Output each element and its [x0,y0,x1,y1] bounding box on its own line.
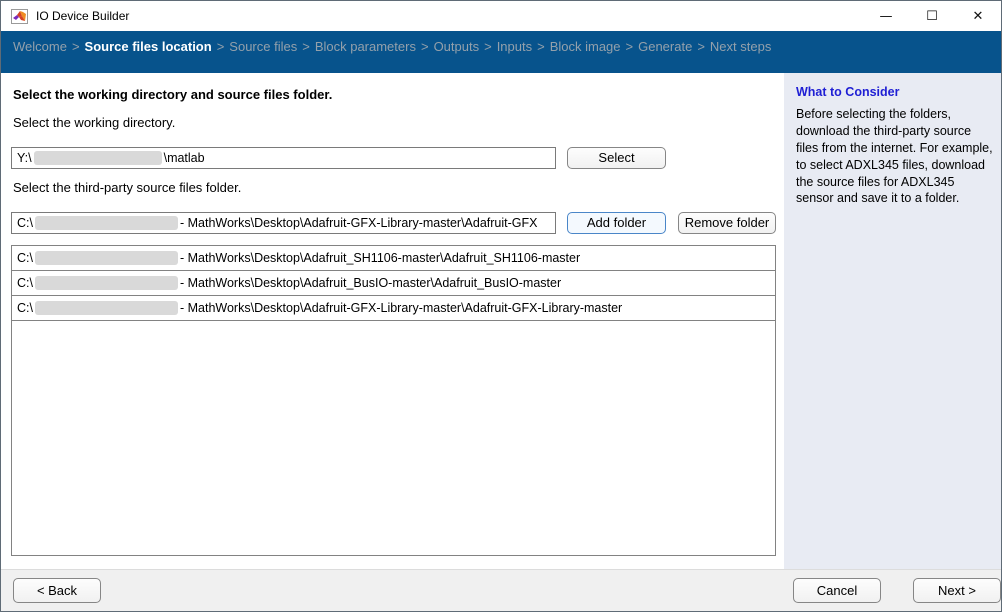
path-suffix: - MathWorks\Desktop\Adafruit-GFX-Library… [180,213,538,233]
window-controls: — ☐ ✕ [863,1,1001,31]
matlab-logo-icon [11,9,28,24]
sidebar-help-text: Before selecting the folders, download t… [796,106,993,207]
redacted-text [34,151,162,165]
path-prefix: C:\ [17,301,33,315]
path-prefix: C:\ [17,213,33,233]
source-folders-list[interactable]: C:\ - MathWorks\Desktop\Adafruit_SH1106-m… [11,245,776,556]
minimize-icon[interactable]: — [863,1,909,31]
breadcrumb-separator: > [626,39,634,54]
io-device-builder-window: IO Device Builder — ☐ ✕ Welcome > Source f… [0,0,1002,612]
list-item[interactable]: C:\ - MathWorks\Desktop\Adafruit_SH1106-m… [12,246,775,271]
breadcrumb-separator: > [537,39,545,54]
breadcrumb-step-source-files-location: Source files location [85,39,212,54]
breadcrumb-step-block-image: Block image [550,39,621,54]
source-folder-input[interactable]: C:\ - MathWorks\Desktop\Adafruit-GFX-Libr… [11,212,556,234]
breadcrumb-separator: > [697,39,705,54]
main-content: Select the working directory and source … [1,73,784,569]
close-icon[interactable]: ✕ [955,1,1001,31]
path-prefix: Y:\ [17,148,32,168]
breadcrumb-separator: > [421,39,429,54]
path-suffix: - MathWorks\Desktop\Adafruit-GFX-Library… [180,301,622,315]
path-prefix: C:\ [17,251,33,265]
breadcrumb-step-generate: Generate [638,39,692,54]
breadcrumb-step-source-files: Source files [229,39,297,54]
breadcrumb-step-welcome: Welcome [13,39,67,54]
breadcrumb-step-outputs: Outputs [434,39,480,54]
redacted-text [35,301,178,315]
what-to-consider-panel: What to Consider Before selecting the fo… [784,73,1002,569]
list-item[interactable]: C:\ - MathWorks\Desktop\Adafruit_BusIO-ma… [12,271,775,296]
wizard-breadcrumb: Welcome > Source files location > Source fil… [1,31,1001,73]
breadcrumb-separator: > [217,39,225,54]
path-suffix: \matlab [164,148,205,168]
path-suffix: - MathWorks\Desktop\Adafruit_BusIO-maste… [180,276,561,290]
footer-bar: < Back Cancel Next > [1,569,1001,612]
path-prefix: C:\ [17,276,33,290]
list-item[interactable]: C:\ - MathWorks\Desktop\Adafruit-GFX-Libr… [12,296,775,321]
select-button[interactable]: Select [567,147,666,169]
breadcrumb-separator: > [302,39,310,54]
add-folder-button[interactable]: Add folder [567,212,666,234]
redacted-text [35,216,178,230]
redacted-text [35,251,178,265]
working-directory-input[interactable]: Y:\ \matlab [11,147,556,169]
breadcrumb-separator: > [72,39,80,54]
working-directory-label: Select the working directory. [13,115,175,130]
title-bar: IO Device Builder — ☐ ✕ [1,1,1001,31]
path-suffix: - MathWorks\Desktop\Adafruit_SH1106-mast… [180,251,580,265]
redacted-text [35,276,178,290]
breadcrumb-separator: > [484,39,492,54]
back-button[interactable]: < Back [13,578,101,603]
breadcrumb-step-next-steps: Next steps [710,39,771,54]
cancel-button[interactable]: Cancel [793,578,881,603]
maximize-icon[interactable]: ☐ [909,1,955,31]
breadcrumb-step-block-parameters: Block parameters [315,39,416,54]
source-folder-label: Select the third-party source files fold… [13,180,241,195]
sidebar-title: What to Consider [796,85,993,99]
next-button[interactable]: Next > [913,578,1001,603]
page-title: Select the working directory and source … [13,87,332,102]
breadcrumb-step-inputs: Inputs [497,39,532,54]
window-title: IO Device Builder [36,9,129,23]
remove-folder-button[interactable]: Remove folder [678,212,776,234]
